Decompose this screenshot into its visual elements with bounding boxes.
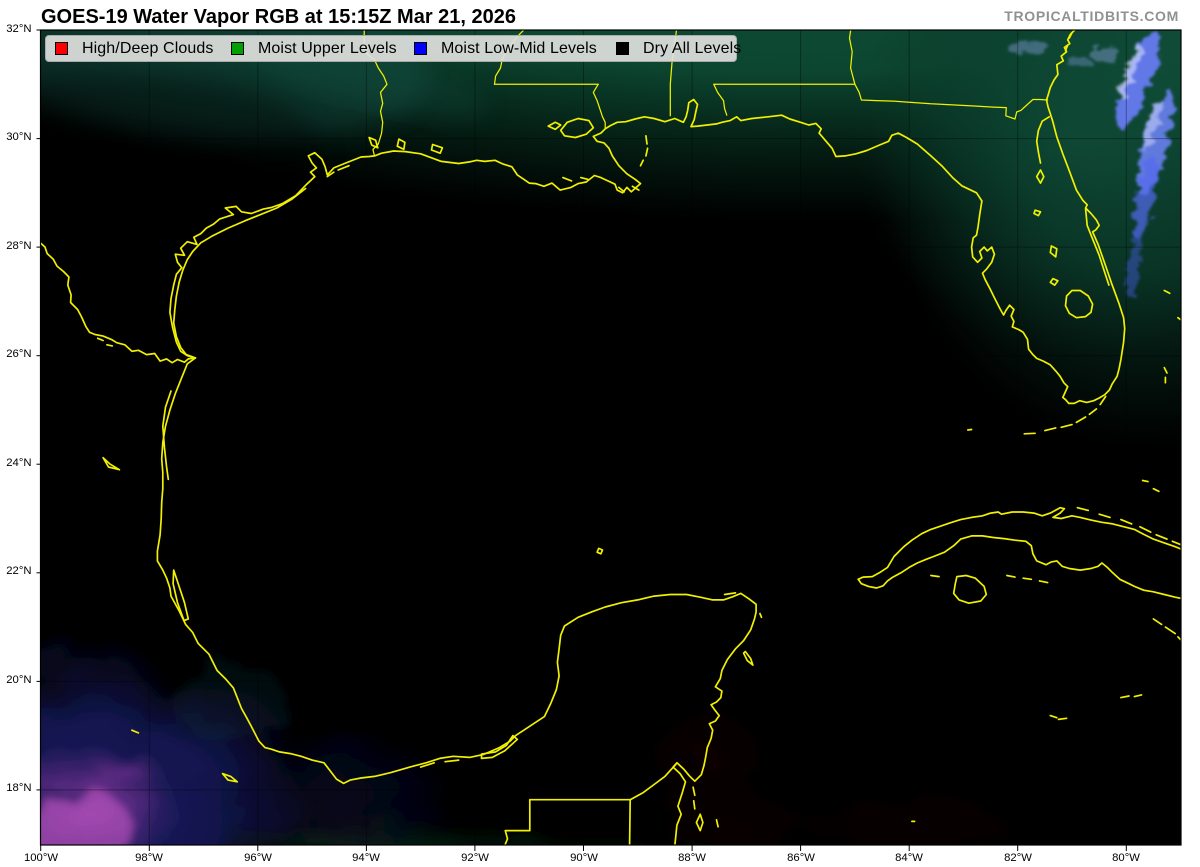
svg-text:86°W: 86°W	[787, 852, 815, 864]
svg-text:84°W: 84°W	[895, 852, 923, 864]
svg-text:90°W: 90°W	[570, 852, 598, 864]
svg-text:92°W: 92°W	[461, 852, 489, 864]
svg-text:100°W: 100°W	[24, 852, 58, 864]
svg-text:94°W: 94°W	[352, 852, 380, 864]
svg-text:80°W: 80°W	[1112, 852, 1140, 864]
svg-text:20°N: 20°N	[6, 674, 31, 686]
svg-text:26°N: 26°N	[6, 348, 31, 360]
svg-text:22°N: 22°N	[6, 565, 31, 577]
svg-text:18°N: 18°N	[6, 782, 31, 794]
svg-text:32°N: 32°N	[6, 23, 31, 35]
svg-text:98°W: 98°W	[135, 852, 163, 864]
svg-text:28°N: 28°N	[6, 240, 31, 252]
svg-text:30°N: 30°N	[6, 131, 31, 143]
svg-text:24°N: 24°N	[6, 457, 31, 469]
svg-text:82°W: 82°W	[1004, 852, 1032, 864]
svg-text:88°W: 88°W	[678, 852, 706, 864]
svg-text:96°W: 96°W	[244, 852, 272, 864]
